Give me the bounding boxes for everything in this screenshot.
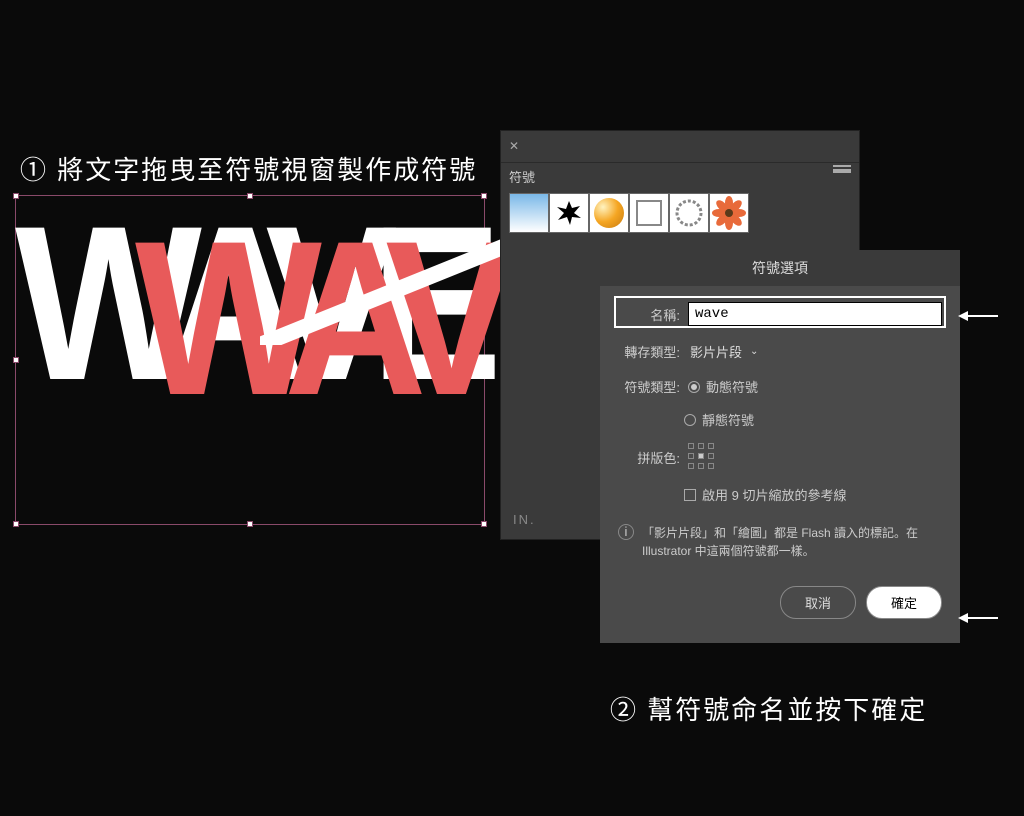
ok-button[interactable]: 確定 xyxy=(866,586,942,619)
export-type-label: 轉存類型: xyxy=(618,342,680,361)
symbol-thumb-splat[interactable] xyxy=(549,193,589,233)
symbols-panel-title: 符號 xyxy=(509,161,535,192)
registration-grid[interactable] xyxy=(688,443,716,471)
radio-icon xyxy=(684,414,696,426)
symbol-thumb-square[interactable] xyxy=(629,193,669,233)
name-input[interactable] xyxy=(688,302,942,326)
name-pointer-arrow xyxy=(958,306,998,326)
symbol-thumb-flower[interactable] xyxy=(709,193,749,233)
slice-checkbox[interactable] xyxy=(684,489,696,501)
ok-pointer-arrow xyxy=(958,608,998,628)
close-icon[interactable]: ✕ xyxy=(509,139,519,153)
cancel-button[interactable]: 取消 xyxy=(780,586,856,619)
radio-dynamic-label: 動態符號 xyxy=(706,377,758,396)
selection-handle[interactable] xyxy=(247,521,253,527)
symbol-type-label: 符號類型: xyxy=(618,377,680,396)
export-type-value: 影片片段 xyxy=(690,342,742,361)
symbol-thumbnails xyxy=(509,193,749,233)
panel-menu-icon[interactable] xyxy=(833,165,851,179)
radio-static-label: 靜態符號 xyxy=(702,410,754,429)
symbol-thumb-gradient[interactable] xyxy=(509,193,549,233)
dialog-title: 符號選項 xyxy=(600,250,960,286)
export-type-dropdown[interactable]: 影片片段 ⌄ xyxy=(688,340,760,363)
chevron-down-icon: ⌄ xyxy=(750,346,758,357)
slice-checkbox-label: 啟用 9 切片縮放的參考線 xyxy=(702,485,846,504)
symbols-panel-header: ✕ xyxy=(501,131,859,163)
radio-static[interactable]: 靜態符號 xyxy=(684,410,754,429)
info-icon: i xyxy=(618,524,634,540)
symbol-options-dialog: 符號選項 名稱: 轉存類型: 影片片段 ⌄ 符號類型: 動態符號 靜態符號 xyxy=(600,250,960,643)
symbol-thumb-ring[interactable] xyxy=(669,193,709,233)
selection-handle[interactable] xyxy=(481,521,487,527)
radio-icon xyxy=(688,381,700,393)
selection-handle[interactable] xyxy=(13,521,19,527)
step2-annotation: ② 幫符號命名並按下確定 xyxy=(610,690,927,727)
info-text: 「影片片段」和「繪圖」都是 Flash 讀入的標記。在 Illustrator … xyxy=(642,524,942,560)
canvas-text-object[interactable]: WAVE WAVE xyxy=(15,200,575,480)
registration-label: 拼版色: xyxy=(618,448,680,467)
symbols-panel-footer-icons[interactable]: IN. xyxy=(513,512,536,527)
radio-dynamic[interactable]: 動態符號 xyxy=(688,377,758,396)
symbol-thumb-sphere[interactable] xyxy=(589,193,629,233)
name-label: 名稱: xyxy=(618,305,680,324)
